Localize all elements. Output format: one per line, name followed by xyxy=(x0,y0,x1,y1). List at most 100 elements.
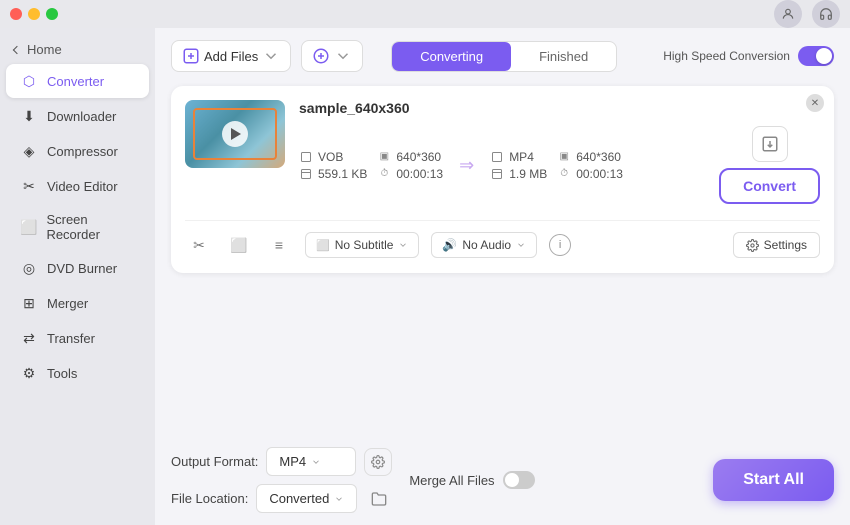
format-chevron xyxy=(311,457,321,467)
headset-icon[interactable] xyxy=(812,0,840,28)
sidebar-icon-transfer: ⇄ xyxy=(20,329,38,347)
sidebar-item-video-editor[interactable]: ✂ Video Editor xyxy=(6,169,149,203)
effects-icon[interactable]: ≡ xyxy=(265,231,293,259)
subtitle-select[interactable]: ⬜ No Subtitle xyxy=(305,232,419,258)
back-icon xyxy=(13,45,21,53)
bottom-bar: Output Format: MP4 File Location: xyxy=(171,437,834,513)
add-files-label: Add Files xyxy=(204,49,258,64)
sidebar-item-downloader[interactable]: ⬇ Downloader xyxy=(6,99,149,133)
target-dur-icon: ⏱ xyxy=(557,167,571,181)
audio-label: No Audio xyxy=(462,238,511,252)
source-resolution: ▣ 640*360 xyxy=(377,150,443,164)
sidebar-item-merger[interactable]: ⊞ Merger xyxy=(6,286,149,320)
sidebar-item-dvd-burner[interactable]: ◎ DVD Burner xyxy=(6,251,149,285)
play-button[interactable] xyxy=(222,121,248,147)
convert-area: Convert xyxy=(719,126,820,204)
audio-select[interactable]: 🔊 No Audio xyxy=(431,232,537,258)
sidebar-item-transfer[interactable]: ⇄ Transfer xyxy=(6,321,149,355)
subtitle-chevron xyxy=(398,240,408,250)
source-format-label: VOB xyxy=(318,150,343,164)
card-top: sample_640x360 VOB xyxy=(185,100,820,208)
sidebar-icon-downloader: ⬇ xyxy=(20,107,38,125)
sidebar-label-merger: Merger xyxy=(47,296,88,311)
file-location-value: Converted xyxy=(269,491,329,506)
audio-icon: 🔊 xyxy=(442,238,457,252)
settings-icon xyxy=(746,239,759,252)
sidebar-label-downloader: Downloader xyxy=(47,109,116,124)
add-files-button[interactable]: Add Files xyxy=(171,40,291,72)
sidebar-icon-tools: ⚙ xyxy=(20,364,38,382)
speed-toggle: High Speed Conversion xyxy=(663,46,834,66)
merge-toggle-switch[interactable] xyxy=(503,471,535,489)
speed-toggle-switch[interactable] xyxy=(798,46,834,66)
file-location-select[interactable]: Converted xyxy=(256,484,357,513)
target-res-label: 640*360 xyxy=(576,150,621,164)
subtitle-label: No Subtitle xyxy=(335,238,394,252)
format-settings-button[interactable] xyxy=(364,448,392,476)
video-thumbnail xyxy=(185,100,285,168)
add-url-button[interactable] xyxy=(301,40,363,72)
sidebar-label-compressor: Compressor xyxy=(47,144,118,159)
sidebar-icon-screen-recorder: ⬜ xyxy=(20,218,37,236)
user-icon[interactable] xyxy=(774,0,802,28)
tab-finished[interactable]: Finished xyxy=(511,42,616,71)
dropdown-icon xyxy=(262,47,280,65)
target-file-icon xyxy=(490,150,504,164)
sidebar-label-tools: Tools xyxy=(47,366,77,381)
target-res-icon: ▣ xyxy=(557,150,571,164)
filename: sample_640x360 xyxy=(299,100,820,116)
source-duration: ⏱ 00:00:13 xyxy=(377,167,443,181)
close-button[interactable] xyxy=(10,8,22,20)
bottom-left: Output Format: MP4 File Location: xyxy=(171,447,393,513)
sidebar-item-screen-recorder[interactable]: ⬜ Screen Recorder xyxy=(6,204,149,250)
source-meta: ▣ 640*360 ⏱ 00:00:13 xyxy=(377,150,443,181)
sidebar-label-screen-recorder: Screen Recorder xyxy=(46,212,135,242)
audio-chevron xyxy=(516,240,526,250)
format-row: VOB 559.1 KB ▣ xyxy=(299,126,820,204)
cut-icon[interactable]: ✂ xyxy=(185,231,213,259)
target-size-icon xyxy=(490,167,504,181)
output-format-row: Output Format: MP4 xyxy=(171,447,393,476)
source-dur-label: 00:00:13 xyxy=(396,167,443,181)
sidebar-label-converter: Converter xyxy=(47,74,104,89)
convert-button[interactable]: Convert xyxy=(719,168,820,204)
folder-button[interactable] xyxy=(365,485,393,513)
minimize-button[interactable] xyxy=(28,8,40,20)
export-button[interactable] xyxy=(752,126,788,162)
settings-button[interactable]: Settings xyxy=(733,232,820,258)
sidebar-icon-merger: ⊞ xyxy=(20,294,38,312)
card-info: sample_640x360 VOB xyxy=(299,100,820,208)
target-dur-label: 00:00:13 xyxy=(576,167,623,181)
subtitle-icon: ⬜ xyxy=(316,239,330,252)
crop-icon[interactable]: ⬜ xyxy=(225,231,253,259)
sidebar: Home ⬡ Converter ⬇ Downloader ◈ Compress… xyxy=(0,28,155,525)
tab-converting[interactable]: Converting xyxy=(392,42,511,71)
sidebar-label-video-editor: Video Editor xyxy=(47,179,118,194)
sidebar-label-transfer: Transfer xyxy=(47,331,95,346)
source-block: VOB 559.1 KB xyxy=(299,150,367,181)
sidebar-item-tools[interactable]: ⚙ Tools xyxy=(6,356,149,390)
source-size: 559.1 KB xyxy=(299,167,367,181)
speed-label: High Speed Conversion xyxy=(663,49,790,63)
top-bar: Add Files Converting Finished High Speed… xyxy=(171,40,834,72)
target-resolution: ▣ 640*360 xyxy=(557,150,623,164)
settings-label: Settings xyxy=(764,238,807,252)
start-all-button[interactable]: Start All xyxy=(713,459,834,501)
target-size: 1.9 MB xyxy=(490,167,547,181)
home-link[interactable]: Home xyxy=(0,36,155,63)
target-meta: ▣ 640*360 ⏱ 00:00:13 xyxy=(557,150,623,181)
target-size-label: 1.9 MB xyxy=(509,167,547,181)
sidebar-icon-video-editor: ✂ xyxy=(20,177,38,195)
close-card-button[interactable]: ✕ xyxy=(806,94,824,112)
info-button[interactable]: i xyxy=(549,234,571,256)
target-duration: ⏱ 00:00:13 xyxy=(557,167,623,181)
source-format: VOB xyxy=(299,150,367,164)
tab-group: Converting Finished xyxy=(391,41,617,72)
sidebar-item-compressor[interactable]: ◈ Compressor xyxy=(6,134,149,168)
dropdown-icon2 xyxy=(334,47,352,65)
sidebar-icon-compressor: ◈ xyxy=(20,142,38,160)
maximize-button[interactable] xyxy=(46,8,58,20)
sidebar-item-converter[interactable]: ⬡ Converter xyxy=(6,64,149,98)
output-format-select[interactable]: MP4 xyxy=(266,447,356,476)
output-format-label: Output Format: xyxy=(171,454,258,469)
